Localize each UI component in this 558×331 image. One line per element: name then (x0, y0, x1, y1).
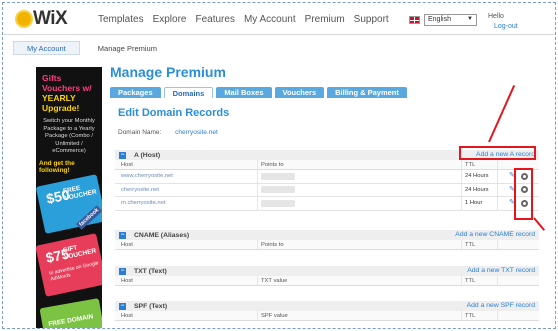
nav-my-account[interactable]: My Account (244, 14, 296, 25)
host-cell: m.cherryosite.net (115, 197, 258, 210)
chevron-down-icon: ▼ (467, 16, 473, 22)
nav-features[interactable]: Features (195, 14, 234, 25)
add-txt-record-link[interactable]: Add a new TXT record (467, 267, 535, 274)
txt-records-header: − TXT (Text) Add a new TXT record (115, 266, 539, 276)
breadcrumb: My Account Manage Premium (13, 41, 157, 55)
cname-records-columns: Host Points to TTL (115, 240, 539, 250)
minus-icon[interactable]: − (119, 267, 126, 275)
minus-icon[interactable]: − (119, 231, 126, 239)
ttl-cell: 24 Hours (462, 170, 498, 183)
table-row: m.cherryosite.net 1 Hour ✎ (115, 197, 539, 211)
page-frame: WiX Templates Explore Features My Accoun… (2, 2, 556, 329)
sun-logo-icon (17, 12, 31, 26)
highlight-row-actions-box (514, 168, 533, 220)
nav-templates[interactable]: Templates (98, 14, 144, 25)
nav-explore[interactable]: Explore (153, 14, 187, 25)
redacted-value (261, 172, 295, 180)
highlight-add-a-record-box (459, 146, 536, 160)
txt-records-section: − TXT (Text) Add a new TXT record Host T… (115, 266, 539, 286)
tab-vouchers[interactable]: Vouchers (274, 87, 325, 98)
domain-name-row: Domain Name: cherryosite.net (118, 129, 218, 136)
spf-records-columns: Host SPF value TTL (115, 311, 539, 321)
domain-value: cherryosite.net (175, 129, 218, 136)
main-nav: Templates Explore Features My Account Pr… (98, 14, 389, 25)
txt-records-columns: Host TXT value TTL (115, 276, 539, 286)
language-select[interactable]: English ▼ (424, 14, 477, 26)
spf-records-header: − SPF (Text) Add a new SPF record (115, 301, 539, 311)
table-row: www.cherryosite.net 24 Hours ✎ (115, 170, 539, 184)
free-domain-card: FREE DOMAIN (39, 298, 102, 328)
tab-domains[interactable]: Domains (163, 87, 214, 98)
ttl-cell: 24 Hours (462, 183, 498, 196)
ad-title: Gifts Vouchers w/ YEARLY Upgrade! (42, 73, 92, 113)
language-picker: English ▼ (409, 14, 477, 26)
points-to-cell (258, 170, 462, 183)
cname-records-header: − CNAME (Aliases) Add a new CNAME record (115, 230, 539, 240)
redacted-value (261, 199, 295, 207)
nav-premium[interactable]: Premium (305, 14, 345, 25)
add-spf-record-link[interactable]: Add a new SPF record (467, 302, 535, 309)
user-greeting: Hello Log-out (488, 13, 518, 32)
breadcrumb-current: Manage Premium (97, 43, 157, 53)
tab-packages[interactable]: Packages (110, 87, 161, 98)
wix-logo[interactable]: WiX (17, 8, 68, 30)
tab-mail-boxes[interactable]: Mail Boxes (216, 87, 272, 98)
table-row: cherryosite.net 24 Hours ✎ (115, 183, 539, 197)
minus-icon[interactable]: − (119, 151, 126, 159)
host-cell: cherryosite.net (115, 183, 258, 196)
breadcrumb-my-account[interactable]: My Account (13, 41, 80, 55)
spf-records-section: − SPF (Text) Add a new SPF record Host S… (115, 301, 539, 321)
domain-label: Domain Name: (118, 129, 162, 136)
minus-icon[interactable]: − (119, 302, 126, 310)
points-to-cell (258, 197, 462, 210)
ad-body: Switch your Monthly Package to a Yearly … (43, 118, 95, 155)
add-cname-record-link[interactable]: Add a new CNAME record (455, 231, 535, 238)
page-title: Manage Premium (110, 64, 226, 80)
redacted-value (261, 186, 295, 194)
tab-bar: Packages Domains Mail Boxes Vouchers Bil… (110, 87, 407, 98)
annotation-arrow (533, 217, 546, 231)
logout-link[interactable]: Log-out (494, 22, 518, 32)
tab-billing-payment[interactable]: Billing & Payment (327, 87, 407, 98)
flag-uk-icon (409, 16, 420, 24)
section-title: Edit Domain Records (118, 107, 230, 119)
nav-support[interactable]: Support (354, 14, 389, 25)
host-cell: www.cherryosite.net (115, 170, 258, 183)
google-voucher-card: $75 GIFT VOUCHER to advertise on Google … (36, 233, 102, 297)
facebook-voucher-card: $50 FREE VOUCHER facebook (36, 174, 102, 234)
ad-cta: And get the following! (39, 159, 75, 174)
voucher-ad-banner[interactable]: Gifts Vouchers w/ YEARLY Upgrade! Switch… (36, 67, 102, 328)
cname-records-section: − CNAME (Aliases) Add a new CNAME record… (115, 230, 539, 250)
top-bar: WiX Templates Explore Features My Accoun… (3, 3, 555, 35)
a-records-columns: Host Points to TTL (115, 160, 539, 170)
annotation-arrow (488, 84, 516, 143)
points-to-cell (258, 183, 462, 196)
ttl-cell: 1 Hour (462, 197, 498, 210)
